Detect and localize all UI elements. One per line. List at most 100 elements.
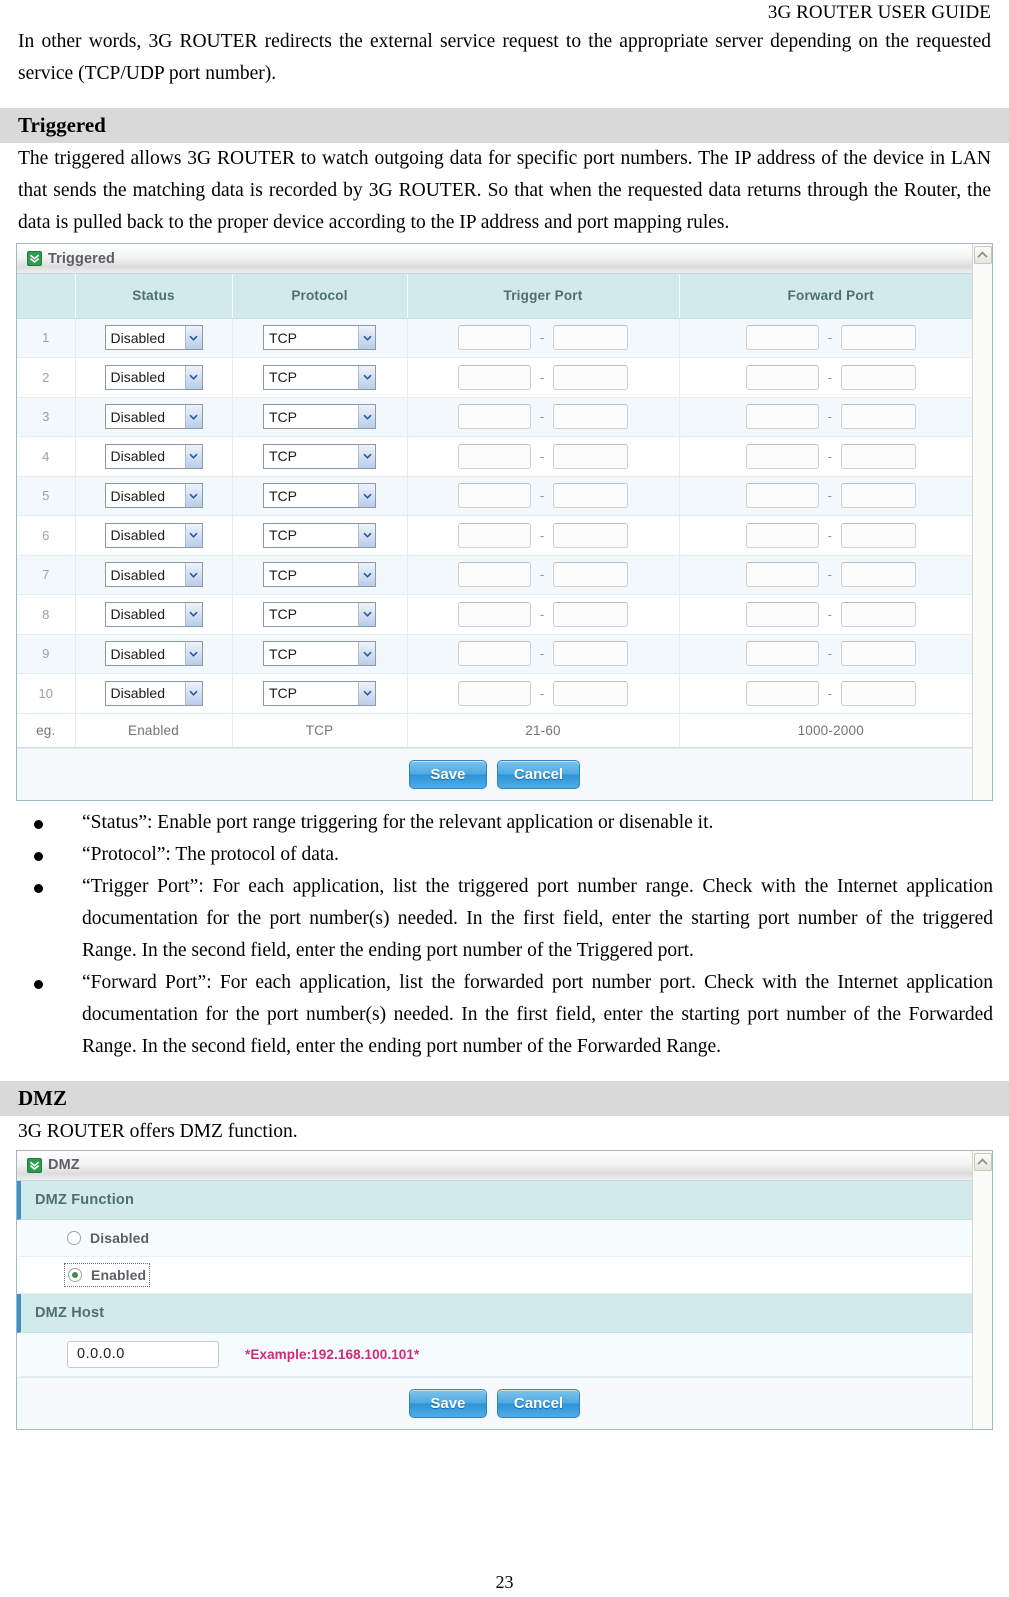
status-select[interactable]: Disabled — [104, 483, 203, 509]
chevron-down-icon[interactable] — [184, 444, 202, 468]
chevron-down-icon[interactable] — [184, 365, 202, 389]
status-select[interactable]: Disabled — [104, 364, 203, 390]
chevron-down-icon[interactable] — [358, 602, 375, 626]
chevron-down-icon[interactable] — [184, 642, 202, 666]
dmz-cancel-button[interactable]: Cancel — [496, 1388, 581, 1418]
chevron-up-icon[interactable] — [973, 246, 992, 264]
dmz-host-input[interactable]: 0.0.0.0 — [67, 1340, 219, 1368]
chevron-down-icon[interactable] — [358, 405, 375, 429]
forward-port-end-input[interactable] — [840, 443, 916, 469]
trigger-port-start-input[interactable] — [458, 601, 531, 627]
protocol-select[interactable]: TCP — [263, 641, 376, 667]
trigger-port-start-input[interactable] — [458, 483, 531, 509]
trigger-port-end-input[interactable] — [553, 443, 628, 469]
page-number: 23 — [495, 1572, 514, 1592]
trigger-port-end-input[interactable] — [553, 641, 628, 667]
trigger-port-end-input[interactable] — [553, 483, 628, 509]
chevron-down-icon[interactable] — [358, 365, 375, 389]
table-row: 3 Disabled TCP - - — [17, 397, 982, 437]
chevron-down-icon[interactable] — [358, 444, 375, 468]
dmz-radio-enabled[interactable]: Enabled — [63, 1262, 151, 1287]
dmz-option-disabled-row[interactable]: Disabled — [17, 1219, 972, 1257]
status-select[interactable]: Disabled — [104, 404, 203, 430]
status-select[interactable]: Disabled — [104, 562, 203, 588]
chevron-down-icon[interactable] — [184, 523, 202, 547]
protocol-select[interactable]: TCP — [263, 522, 376, 548]
trigger-port-start-input[interactable] — [458, 562, 531, 588]
trigger-port-end-input[interactable] — [553, 325, 628, 351]
trigger-port-start-input[interactable] — [458, 680, 531, 706]
trigger-port-start-input[interactable] — [458, 443, 531, 469]
protocol-select-value: TCP — [269, 448, 297, 465]
forward-port-end-input[interactable] — [840, 404, 916, 430]
protocol-select[interactable]: TCP — [263, 601, 376, 627]
status-select[interactable]: Disabled — [104, 680, 203, 706]
forward-port-end-input[interactable] — [840, 562, 916, 588]
radio-icon[interactable] — [67, 1230, 81, 1245]
protocol-select[interactable]: TCP — [263, 443, 376, 469]
trigger-port-end-input[interactable] — [553, 404, 628, 430]
chevron-down-icon[interactable] — [184, 602, 202, 626]
chevron-down-icon[interactable] — [184, 681, 202, 705]
chevron-down-icon[interactable] — [184, 484, 202, 508]
forward-port-end-input[interactable] — [840, 522, 916, 548]
status-select[interactable]: Disabled — [104, 443, 203, 469]
status-select[interactable]: Disabled — [104, 325, 203, 351]
dmz-option-enabled-row[interactable]: Enabled — [17, 1256, 972, 1294]
forward-port-end-input[interactable] — [840, 364, 916, 390]
dmz-save-button[interactable]: Save — [408, 1388, 487, 1418]
forward-port-start-input[interactable] — [745, 404, 819, 430]
trigger-port-end-input[interactable] — [553, 364, 628, 390]
status-select[interactable]: Disabled — [104, 641, 203, 667]
triggered-panel-body: Triggered Status Protocol Trigger Port F… — [17, 244, 982, 800]
trigger-port-start-input[interactable] — [458, 522, 531, 548]
dmz-radio-disabled[interactable]: Disabled — [67, 1230, 149, 1246]
forward-port-end-input[interactable] — [840, 601, 916, 627]
status-select[interactable]: Disabled — [104, 601, 203, 627]
chevron-down-icon[interactable] — [184, 326, 202, 350]
forward-port-start-input[interactable] — [745, 562, 819, 588]
forward-port-start-input[interactable] — [745, 522, 819, 548]
trigger-port-start-input[interactable] — [458, 325, 531, 351]
chevron-down-icon[interactable] — [184, 405, 202, 429]
chevron-down-icon[interactable] — [358, 523, 375, 547]
forward-port-start-input[interactable] — [745, 641, 819, 667]
forward-port-end-input[interactable] — [840, 680, 916, 706]
chevron-up-icon[interactable] — [973, 1152, 992, 1171]
forward-port-start-input[interactable] — [745, 364, 819, 390]
forward-port-end-input[interactable] — [840, 483, 916, 509]
trigger-port-end-input[interactable] — [553, 680, 628, 706]
trigger-port-start-input[interactable] — [458, 641, 531, 667]
trigger-port-end-input[interactable] — [553, 562, 628, 588]
row-trigger-port-cell: - — [407, 594, 680, 635]
triggered-panel-scrollbar[interactable] — [972, 244, 992, 800]
protocol-select[interactable]: TCP — [263, 364, 376, 390]
protocol-select[interactable]: TCP — [263, 483, 376, 509]
protocol-select[interactable]: TCP — [263, 562, 376, 588]
forward-port-start-input[interactable] — [745, 680, 819, 706]
forward-port-start-input[interactable] — [745, 325, 819, 351]
status-select[interactable]: Disabled — [104, 522, 203, 548]
chevron-down-icon[interactable] — [358, 563, 375, 587]
trigger-port-start-input[interactable] — [458, 404, 531, 430]
radio-icon[interactable] — [68, 1267, 82, 1282]
forward-port-start-input[interactable] — [745, 443, 819, 469]
triggered-save-button[interactable]: Save — [408, 759, 487, 789]
trigger-port-start-input[interactable] — [458, 364, 531, 390]
forward-port-end-input[interactable] — [840, 325, 916, 351]
protocol-select[interactable]: TCP — [263, 680, 376, 706]
forward-port-start-input[interactable] — [745, 601, 819, 627]
chevron-down-icon[interactable] — [358, 484, 375, 508]
chevron-down-icon[interactable] — [358, 326, 375, 350]
dmz-panel-scrollbar[interactable] — [972, 1150, 992, 1429]
triggered-cancel-button[interactable]: Cancel — [496, 759, 581, 789]
forward-port-end-input[interactable] — [840, 641, 916, 667]
protocol-select[interactable]: TCP — [263, 404, 376, 430]
trigger-port-end-input[interactable] — [553, 522, 628, 548]
forward-port-start-input[interactable] — [745, 483, 819, 509]
chevron-down-icon[interactable] — [184, 563, 202, 587]
chevron-down-icon[interactable] — [358, 681, 375, 705]
trigger-port-end-input[interactable] — [553, 601, 628, 627]
protocol-select[interactable]: TCP — [263, 325, 376, 351]
chevron-down-icon[interactable] — [358, 642, 375, 666]
